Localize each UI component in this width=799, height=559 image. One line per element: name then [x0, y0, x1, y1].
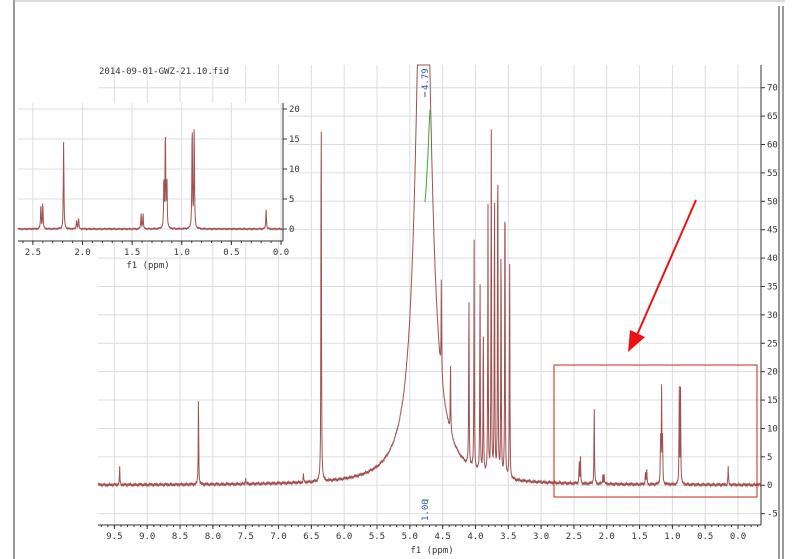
y-tick-label: 15	[289, 135, 300, 145]
y-tick-label: 0	[767, 481, 772, 491]
x-tick-label: 6.0	[336, 532, 352, 542]
x-tick-label: 0.0	[273, 248, 289, 258]
y-tick-label: 10	[767, 424, 778, 434]
y-tick-label: 25	[767, 339, 778, 349]
x-tick-label: 7.5	[238, 532, 254, 542]
x-tick-label: 9.5	[106, 532, 122, 542]
y-tick-label: 20	[767, 368, 778, 378]
main-xlabel: f1 (ppm)	[410, 546, 453, 556]
x-tick-label: 9.0	[139, 532, 155, 542]
y-tick-label: 5	[767, 453, 772, 463]
arrow-head	[628, 330, 645, 352]
y-tick-label: 55	[767, 169, 778, 179]
highlight-box	[553, 364, 758, 498]
y-tick-label: 15	[767, 396, 778, 406]
main-y-axis: -5 0 5 10 15 20 25 30 35 40 45 50 55 60 65 70	[760, 65, 778, 525]
y-tick-label: 45	[767, 226, 778, 236]
y-tick-label: 50	[767, 197, 778, 207]
x-tick-label: 6.5	[303, 532, 319, 542]
x-tick-label: 2.5	[566, 532, 582, 542]
peak-label: 4.79	[421, 68, 431, 90]
y-tick-label: 0	[289, 225, 294, 235]
x-tick-label: 3.5	[500, 532, 516, 542]
x-tick-label: 0.5	[697, 532, 713, 542]
y-tick-label: -5	[767, 510, 778, 520]
x-tick-label: 5.5	[369, 532, 385, 542]
y-tick-label: 60	[767, 141, 778, 151]
x-tick-label: 8.5	[172, 532, 188, 542]
x-tick-label: 3.0	[533, 532, 549, 542]
y-tick-label: 30	[767, 311, 778, 321]
nmr-spectrum-chart: 2014-09-01-GWZ-21.10.fid -5 0 5 10 15 20 25 30 3…	[13, 0, 785, 559]
inset-xlabel: f1 (ppm)	[126, 261, 169, 271]
y-tick-label: 20	[289, 105, 300, 115]
main-title: 2014-09-01-GWZ-21.10.fid	[99, 67, 229, 77]
x-tick-label: 2.5	[25, 248, 41, 258]
y-tick-label: 35	[767, 282, 778, 292]
x-tick-label: 1.0	[174, 248, 190, 258]
x-tick-label: 5.0	[402, 532, 418, 542]
x-tick-label: 1.5	[631, 532, 647, 542]
x-tick-label: 8.0	[205, 532, 221, 542]
x-tick-label: 1.0	[664, 532, 680, 542]
y-tick-label: 10	[289, 165, 300, 175]
x-tick-label: 4.5	[434, 532, 450, 542]
x-tick-label: 4.0	[467, 532, 483, 542]
y-tick-label: 70	[767, 84, 778, 94]
y-tick-label: 65	[767, 112, 778, 122]
y-tick-label: 40	[767, 254, 778, 264]
x-tick-label: 0.5	[223, 248, 239, 258]
x-tick-label: 2.0	[74, 248, 90, 258]
integral-label: 1.00	[421, 499, 431, 521]
main-x-axis: 9.5 9.0 8.5 8.0 7.5 7.0 6.5 6.0 5.5 5.0 4.5 4.0 3.5 3…	[98, 524, 761, 542]
x-tick-label: 7.0	[270, 532, 286, 542]
inset-x-axis: 2.5 2.0 1.5 1.0 0.5 0.0	[18, 240, 289, 258]
x-tick-label: 0.0	[730, 532, 746, 542]
y-tick-label: 5	[289, 195, 294, 205]
inset-background	[18, 103, 288, 241]
x-tick-label: 1.5	[124, 248, 140, 258]
integral-curve	[424, 109, 431, 203]
x-tick-label: 2.0	[599, 532, 615, 542]
